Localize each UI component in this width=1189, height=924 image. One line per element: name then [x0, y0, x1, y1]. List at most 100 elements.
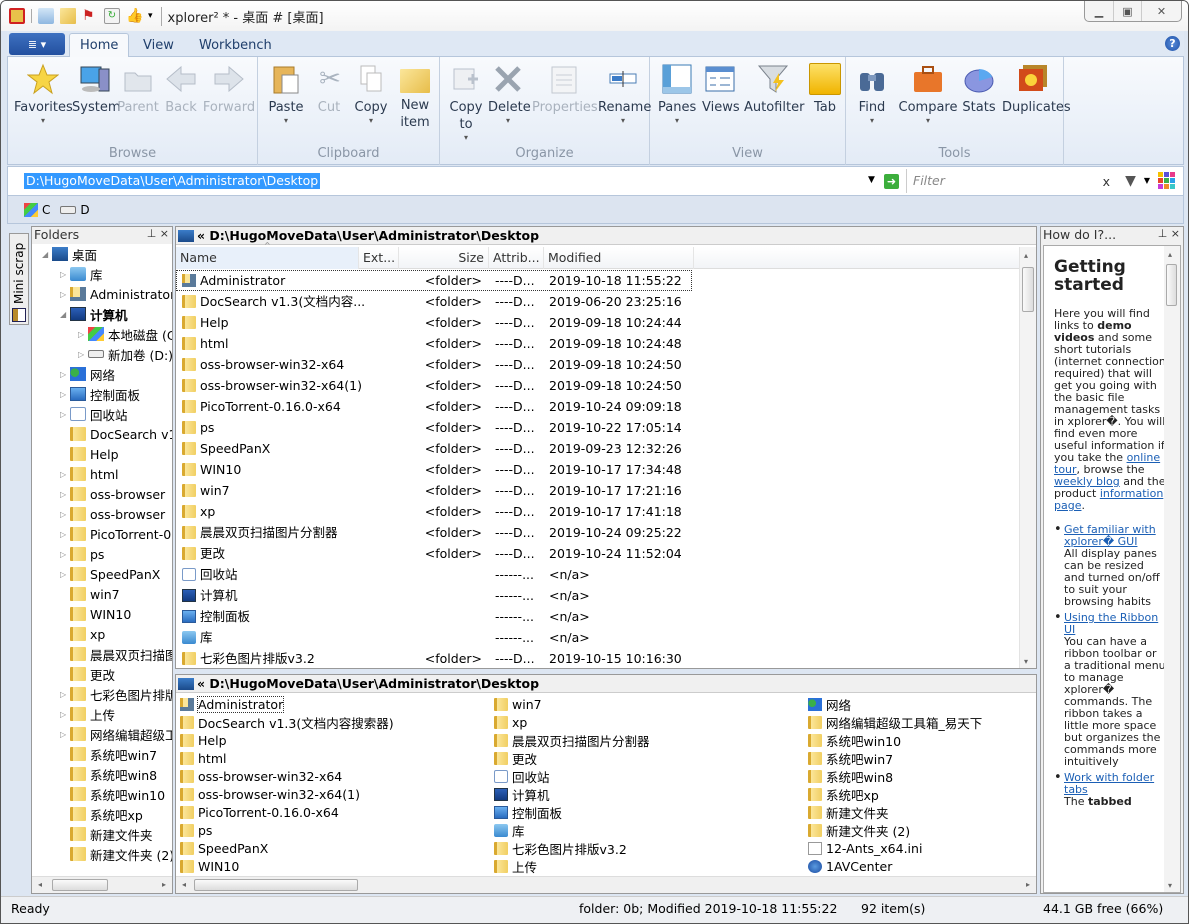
maximize-button[interactable]: ▣ [1113, 1, 1141, 21]
list-item[interactable]: 晨晨双页扫描图片分割器 [494, 731, 650, 749]
list-item[interactable]: 上传 [494, 857, 537, 875]
close-pane-icon[interactable]: × [160, 227, 169, 240]
back-button[interactable]: Back [162, 63, 200, 116]
tab-view[interactable]: View [133, 33, 184, 57]
tree-item[interactable]: ▷ 控制面板 [60, 384, 140, 404]
customize-dropdown-icon[interactable]: ▾ [148, 11, 153, 21]
expand-arrow-icon[interactable]: ▷ [60, 410, 70, 419]
list-item[interactable]: 网络 [808, 695, 851, 713]
list-item[interactable]: 七彩色图片排版v3.2 [494, 839, 627, 857]
gui-link[interactable]: Get familiar with xplorer� GUI [1064, 523, 1156, 548]
tree-item[interactable]: 晨晨双页扫描图 [60, 644, 172, 664]
mini-scrap-tab[interactable]: Mini scrap [9, 233, 29, 325]
expand-arrow-icon[interactable]: ▷ [60, 270, 70, 279]
minimize-button[interactable]: ▁ [1085, 1, 1113, 21]
scroll-right-icon[interactable]: ▸ [1026, 880, 1030, 889]
tree-item[interactable]: ▷ PicoTorrent-0 [60, 524, 171, 544]
app-menu-button[interactable]: ≣ ▾ [9, 33, 65, 55]
tree-item[interactable]: ▷ Administrator [60, 284, 172, 304]
favorites-button[interactable]: Favorites ▾ [14, 63, 73, 126]
table-row[interactable]: xp <folder> ----D... 2019-10-17 17:41:18 [176, 501, 1021, 522]
compare-button[interactable]: Compare ▾ [898, 63, 958, 126]
flag-icon[interactable]: ⚑ [82, 8, 98, 24]
properties-button[interactable]: Properties [532, 63, 598, 116]
scroll-down-icon[interactable]: ▾ [1024, 657, 1028, 666]
table-row[interactable]: 回收站 ------... <n/a> [176, 564, 1021, 585]
table-row[interactable]: PicoTorrent-0.16.0-x64 <folder> ----D... 20… [176, 396, 1021, 417]
folders-horizontal-scrollbar[interactable]: ◂ ▸ [32, 876, 172, 893]
address-input[interactable]: D:\HugoMoveData\User\Administrator\Deskt… [24, 173, 321, 189]
list-item[interactable]: oss-browser-win32-x64(1) [180, 785, 360, 803]
list-item[interactable]: 12-Ants_x64.ini [808, 839, 922, 857]
list-item[interactable]: 库 [494, 821, 525, 839]
list-item[interactable]: 系统吧win10 [808, 731, 901, 749]
close-button[interactable]: ✕ [1141, 1, 1181, 21]
tree-item[interactable]: WIN10 [60, 604, 131, 624]
tree-item[interactable]: ▷ 网络 [60, 364, 115, 384]
filter-dropdown-icon[interactable]: ▼ [1144, 176, 1150, 185]
tree-item[interactable]: ◢ 计算机 [60, 304, 128, 324]
list-item[interactable]: WIN10 [180, 857, 239, 875]
refresh-icon[interactable]: ↻ [104, 8, 120, 24]
table-row[interactable]: 库 ------... <n/a> [176, 627, 1021, 648]
tab-button[interactable]: Tab [808, 63, 842, 116]
list-item[interactable]: ps [180, 821, 212, 839]
tree-item[interactable]: 新建文件夹 (2) [60, 844, 172, 864]
scroll-up-icon[interactable]: ▴ [1024, 251, 1028, 260]
tab-home[interactable]: Home [69, 33, 130, 57]
list-item[interactable]: html [180, 749, 226, 767]
tree-item[interactable]: ▷ 新加卷 (D:) [78, 344, 172, 364]
color-grid-icon[interactable] [1158, 172, 1175, 189]
scroll-down-icon[interactable]: ▾ [1168, 881, 1172, 890]
pin-icon[interactable]: ⊥ [147, 227, 157, 240]
autofilter-button[interactable]: Autofilter [744, 63, 804, 116]
expand-arrow-icon[interactable]: ▷ [78, 350, 88, 359]
scrollbar-thumb[interactable] [52, 879, 108, 891]
column-header-modified[interactable]: Modified [544, 247, 694, 269]
open-folder-icon[interactable] [60, 8, 76, 24]
bottom-pane-horizontal-scrollbar[interactable]: ◂ ▸ [176, 876, 1036, 893]
list-item[interactable]: xp [494, 713, 527, 731]
panes-button[interactable]: Panes ▾ [658, 63, 696, 126]
address-dropdown-icon[interactable]: ▼ [868, 175, 875, 185]
tree-item[interactable]: 系统吧win7 [60, 744, 157, 764]
tree-item[interactable]: 系统吧win10 [60, 784, 165, 804]
list-item[interactable]: 控制面板 [494, 803, 562, 821]
copy-to-button[interactable]: Copy to ▾ [446, 63, 486, 143]
scrollbar-thumb[interactable] [1022, 267, 1034, 312]
filter-clear-button[interactable]: x [1103, 174, 1110, 189]
collapse-arrow-icon[interactable]: ◢ [42, 250, 52, 259]
paste-button[interactable]: Paste ▾ [266, 63, 306, 126]
thumbs-up-icon[interactable]: 👍 [126, 8, 143, 24]
list-item[interactable]: PicoTorrent-0.16.0-x64 [180, 803, 339, 821]
expand-arrow-icon[interactable]: ▷ [60, 370, 70, 379]
collapse-arrow-icon[interactable]: ◢ [60, 310, 70, 319]
tree-item[interactable]: DocSearch v1.3 [60, 424, 172, 444]
tree-item[interactable]: 系统吧xp [60, 804, 143, 824]
filter-input[interactable]: Filter x [906, 169, 1114, 193]
tree-item[interactable]: xp [60, 624, 105, 644]
list-item[interactable]: win7 [494, 695, 542, 713]
folder-tabs-link[interactable]: Work with folder tabs [1064, 771, 1154, 796]
list-item[interactable]: 系统吧xp [808, 785, 879, 803]
pin-icon[interactable]: ⊥ [1158, 227, 1168, 240]
tree-item[interactable]: 系统吧win8 [60, 764, 157, 784]
table-row[interactable]: 晨晨双页扫描图片分割器 <folder> ----D... 2019-10-24 09… [176, 522, 1021, 543]
drive-d[interactable]: D [60, 203, 90, 217]
table-row[interactable]: html <folder> ----D... 2019-09-18 10:24:48 [176, 333, 1021, 354]
tree-item[interactable]: ▷ html [60, 464, 118, 484]
scroll-left-icon[interactable]: ◂ [182, 880, 186, 889]
list-item[interactable]: DocSearch v1.3(文档内容搜索器) [180, 713, 394, 731]
table-row[interactable]: WIN10 <folder> ----D... 2019-10-17 17:34:48 [176, 459, 1021, 480]
column-header-attrib[interactable]: Attrib... [489, 247, 544, 269]
tree-item[interactable]: ▷ 本地磁盘 (C:) [78, 324, 172, 344]
tree-item[interactable]: ▷ 七彩色图片排版 [60, 684, 172, 704]
scroll-up-icon[interactable]: ▴ [1168, 250, 1172, 259]
tree-item[interactable]: 新建文件夹 [60, 824, 153, 844]
tree-item[interactable]: ▷ oss-browser [60, 484, 165, 504]
top-pane-vertical-scrollbar[interactable]: ▴ ▾ [1019, 247, 1036, 668]
cut-button[interactable]: ✂ Cut [314, 63, 344, 116]
table-row[interactable]: oss-browser-win32-x64 <folder> ----D... 201… [176, 354, 1021, 375]
system-button[interactable]: System [72, 63, 120, 116]
close-pane-icon[interactable]: × [1171, 227, 1180, 240]
